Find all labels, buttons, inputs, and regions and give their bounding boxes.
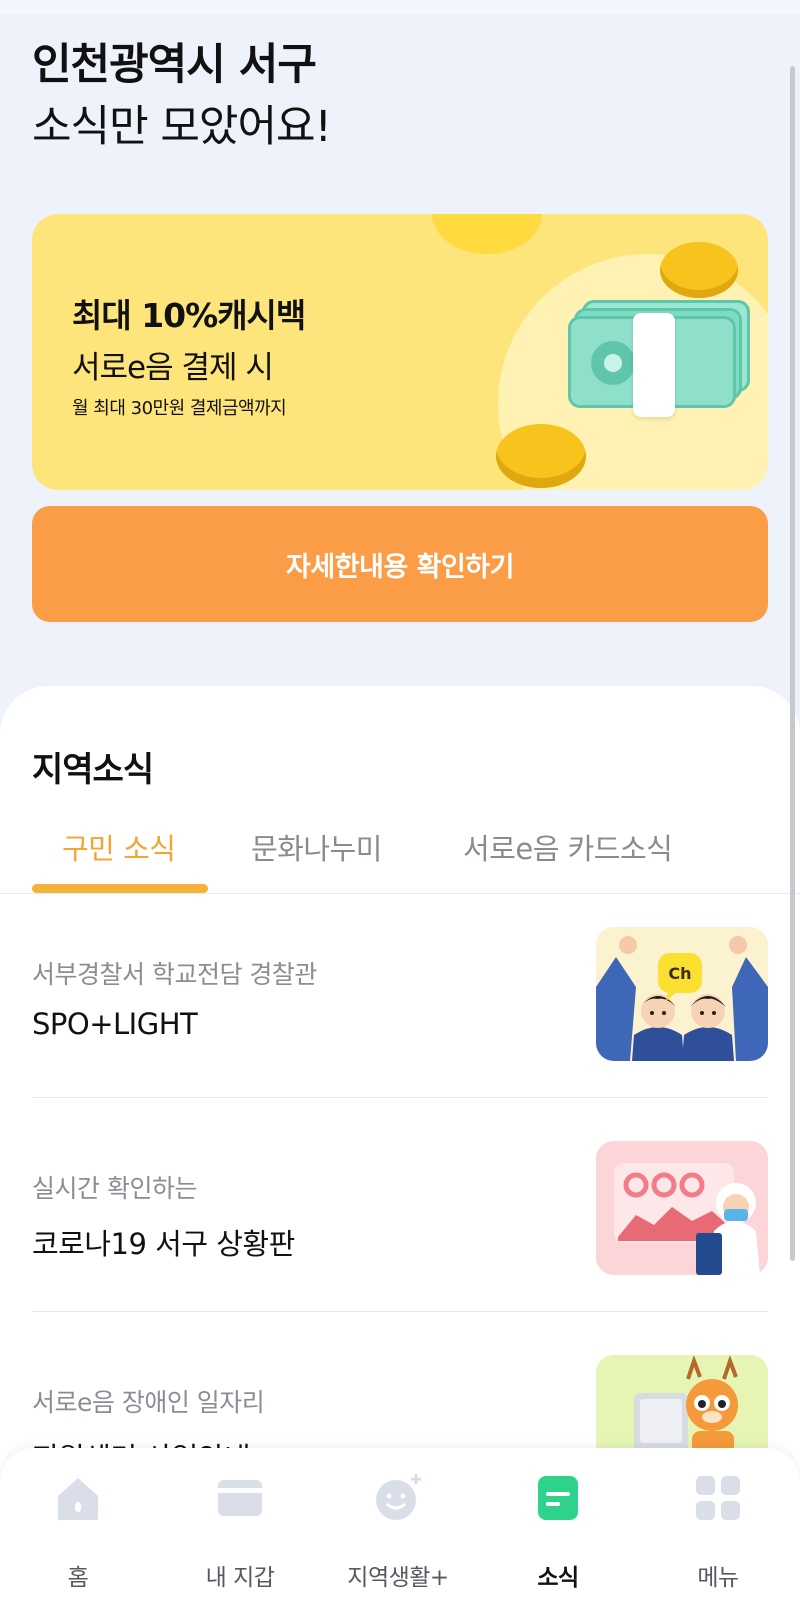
news-item[interactable]: 실시간 확인하는 코로나19 서구 상황판 — [32, 1141, 768, 1277]
nav-label: 소식 — [537, 1565, 579, 1591]
section-title: 지역소식 — [32, 750, 154, 790]
list-divider — [32, 1311, 768, 1312]
nav-label: 메뉴 — [697, 1565, 739, 1591]
nav-wallet[interactable]: 내 지갑 — [170, 1472, 310, 1592]
news-item[interactable]: 서부경찰서 학교전담 경찰관 SPO+LIGHT Ch — [32, 927, 768, 1063]
page-title-line2: 소식만 모았어요! — [32, 102, 332, 153]
home-icon — [58, 1478, 98, 1520]
news-subtitle: 서로e음 장애인 일자리 — [32, 1388, 265, 1417]
menu-grid-icon — [696, 1476, 740, 1520]
status-bar-strip — [0, 0, 800, 14]
covid-illustration-svg — [596, 1141, 768, 1275]
view-details-button[interactable]: 자세한내용 확인하기 — [32, 506, 768, 622]
bill-shape — [568, 313, 736, 417]
banner-title: 최대 10%캐시백 — [72, 296, 306, 335]
nav-local-life[interactable]: 지역생활+ — [328, 1472, 468, 1592]
nav-label: 홈 — [67, 1565, 89, 1591]
bill-emblem — [591, 341, 635, 385]
money-bills-icon — [568, 300, 754, 417]
tab-resident-news[interactable]: 구민 소식 — [62, 826, 176, 868]
channel-badge: Ch — [668, 964, 691, 983]
active-tab-indicator — [32, 884, 208, 893]
news-icon — [538, 1476, 578, 1520]
bottom-navigation: 홈 내 지갑 지역생활+ 소식 메뉴 — [0, 1448, 800, 1614]
list-divider — [32, 1097, 768, 1098]
coin-icon — [660, 242, 738, 298]
nav-news[interactable]: 소식 — [488, 1472, 628, 1592]
nav-home[interactable]: 홈 — [8, 1472, 148, 1592]
page-title-line1: 인천광역시 서구 — [32, 40, 317, 90]
banner-note: 월 최대 30만원 결제금액까지 — [72, 398, 287, 419]
nav-label: 내 지갑 — [205, 1565, 275, 1591]
banner-subtitle: 서로e음 결제 시 — [72, 350, 274, 386]
bill-band — [633, 313, 675, 417]
cashback-banner[interactable]: 최대 10%캐시백 서로e음 결제 시 월 최대 30만원 결제금액까지 — [32, 214, 768, 490]
page-title: 인천광역시 서구 소식만 모았어요! — [32, 36, 332, 156]
covid-dashboard-illustration — [596, 1141, 768, 1275]
news-title: SPO+LIGHT — [32, 1007, 198, 1041]
nav-menu[interactable]: 메뉴 — [648, 1472, 788, 1592]
news-subtitle: 실시간 확인하는 — [32, 1174, 197, 1203]
police-illustration-svg: Ch — [596, 927, 768, 1061]
news-subtitle: 서부경찰서 학교전담 경찰관 — [32, 960, 317, 989]
wallet-icon — [218, 1480, 262, 1516]
coin-icon — [432, 214, 542, 254]
scrollbar[interactable] — [790, 66, 795, 1261]
tab-culture-sharing[interactable]: 문화나누미 — [251, 826, 382, 868]
local-life-icon — [376, 1474, 421, 1520]
news-title: 코로나19 서구 상황판 — [32, 1227, 295, 1261]
coin-icon — [496, 424, 586, 488]
tab-card-news[interactable]: 서로e음 카드소식 — [463, 826, 673, 868]
nav-label: 지역생활+ — [347, 1565, 449, 1591]
tab-divider — [0, 893, 800, 894]
police-officers-illustration: Ch — [596, 927, 768, 1061]
